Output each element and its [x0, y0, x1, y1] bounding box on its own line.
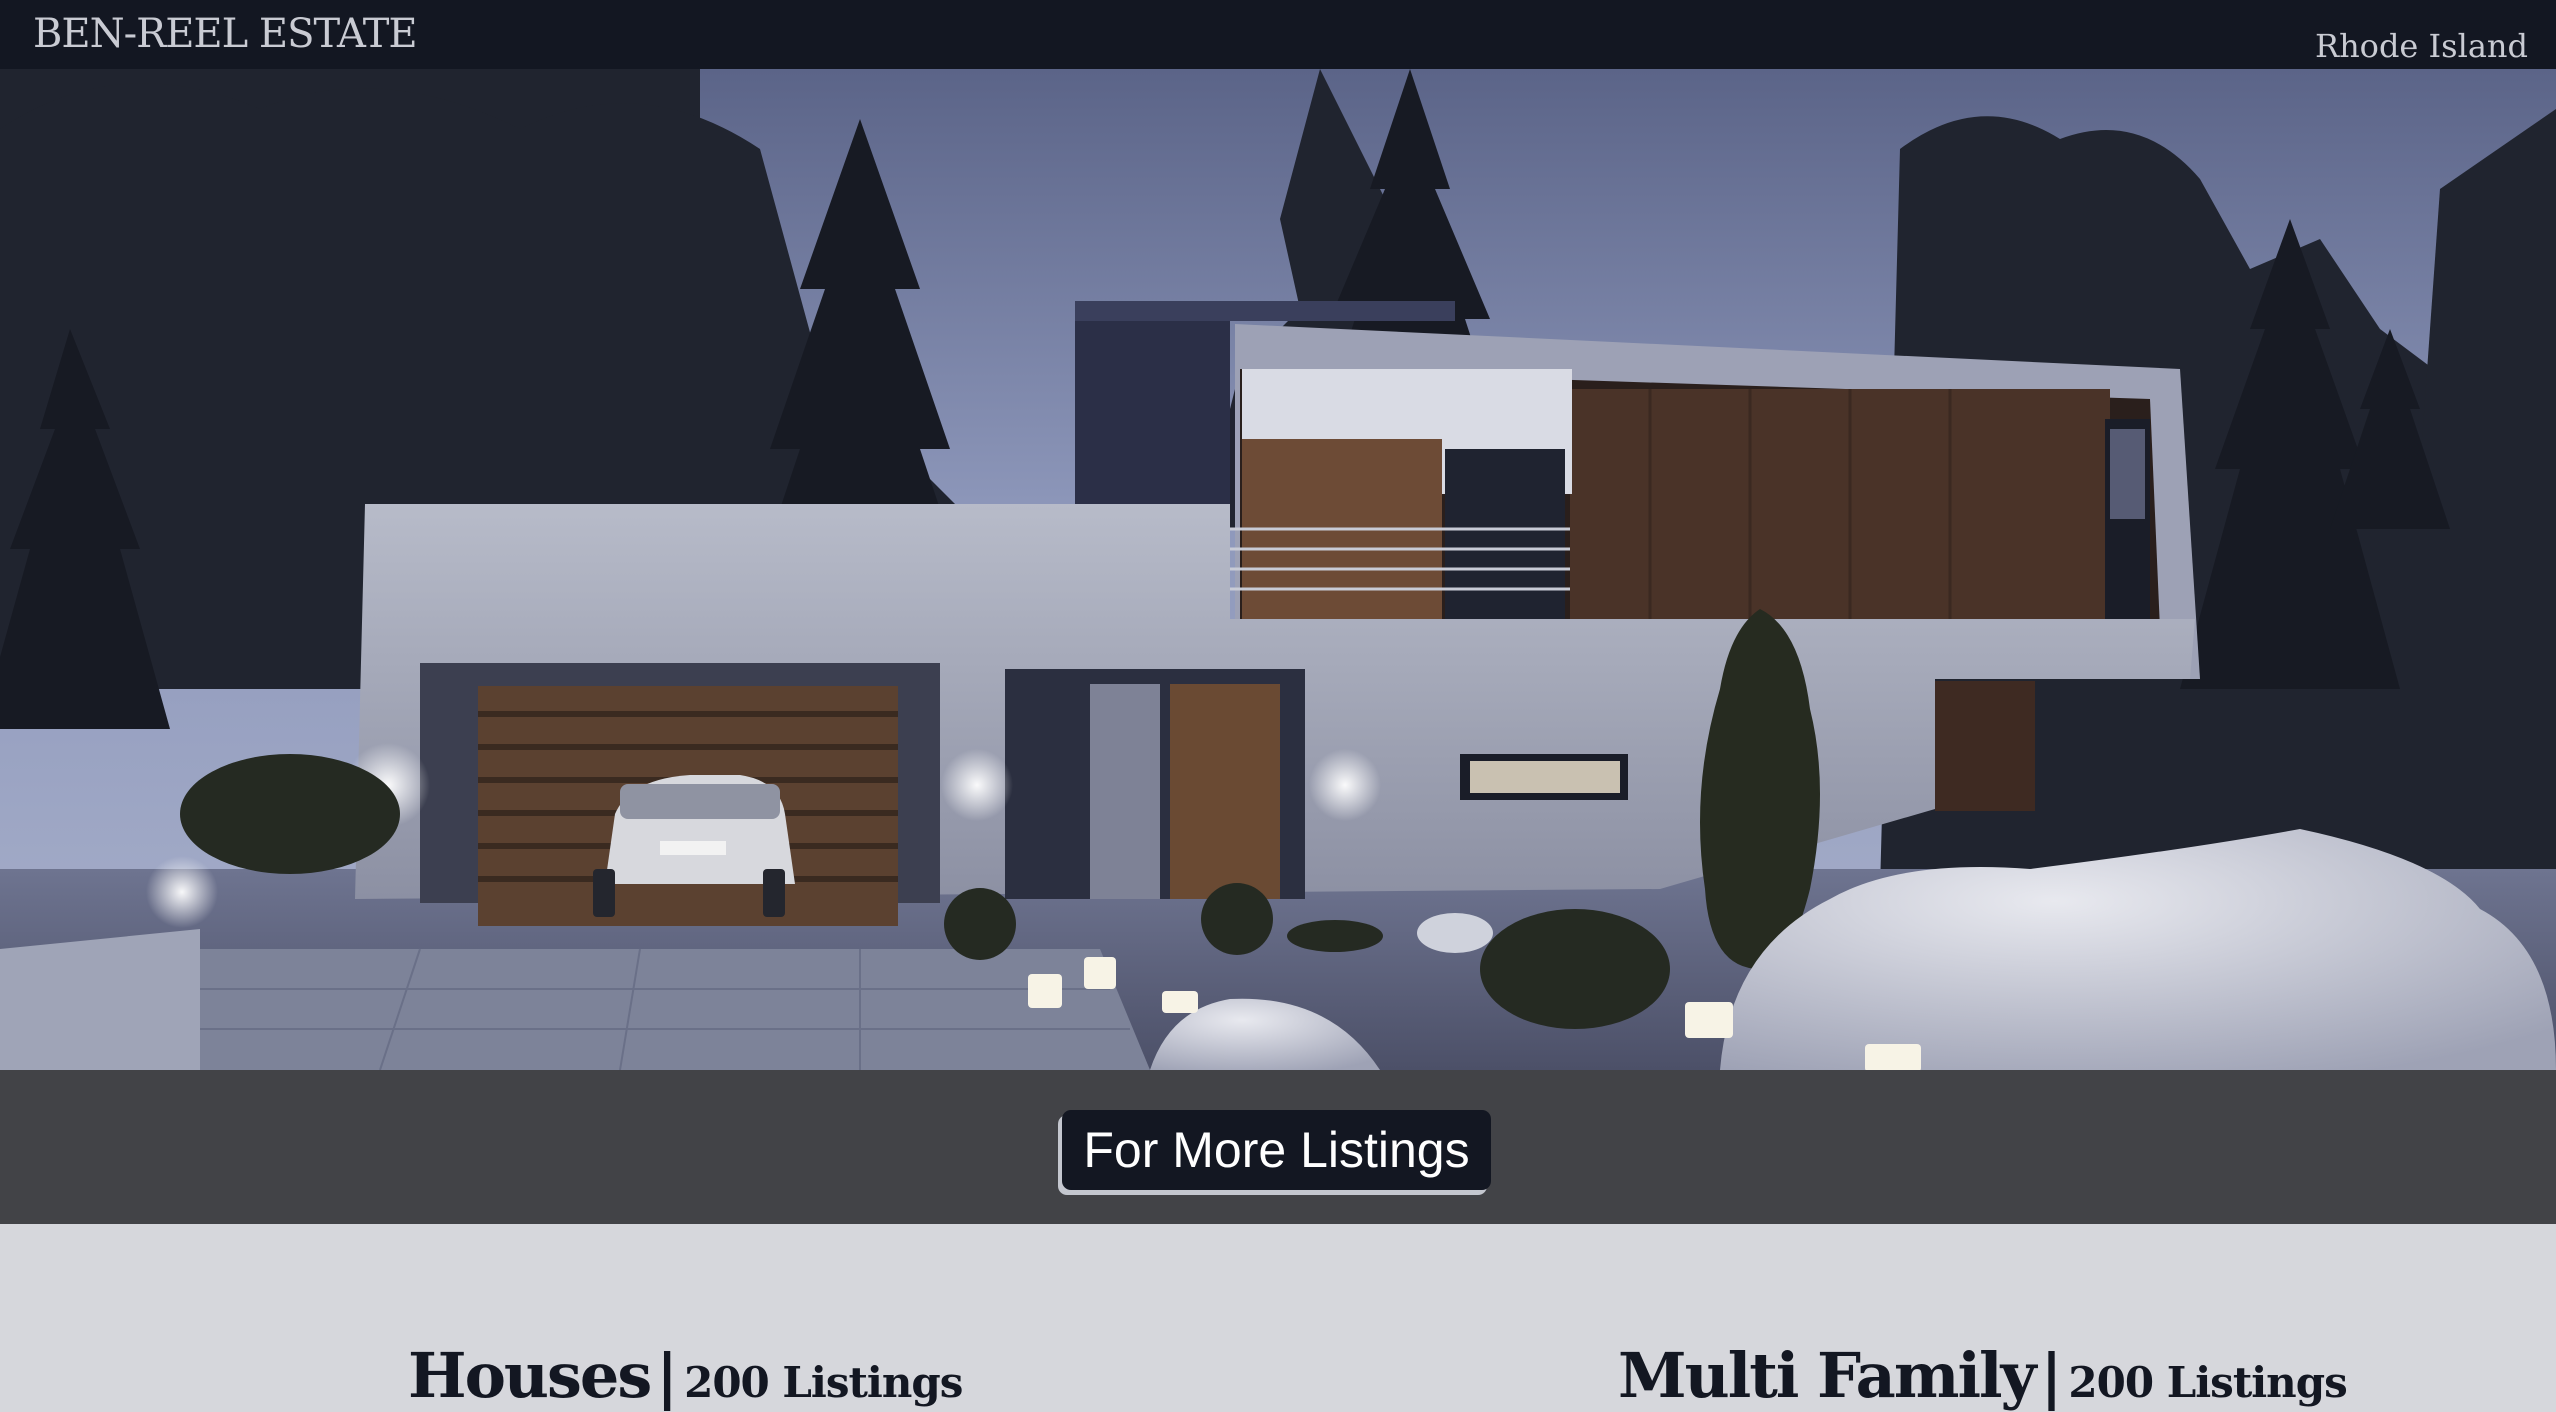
category-name: Houses — [408, 1339, 652, 1412]
category-name: Multi Family — [1618, 1339, 2037, 1412]
category-separator: | — [2040, 1342, 2063, 1412]
modern-house-illustration — [0, 69, 2556, 1070]
region-link[interactable]: Rhode Island — [2315, 30, 2528, 62]
category-multi-family[interactable]: Multi Family | 200 Listings — [1618, 1345, 2348, 1408]
category-count: 200 Listings — [684, 1358, 963, 1407]
hero-image — [0, 69, 2556, 1070]
category-count: 200 Listings — [2068, 1358, 2347, 1407]
brand-logo-link[interactable]: BEN-REEL ESTATE — [33, 14, 418, 54]
top-navbar: BEN-REEL ESTATE Rhode Island — [0, 0, 2556, 69]
category-houses[interactable]: Houses | 200 Listings — [408, 1345, 963, 1408]
category-separator: | — [656, 1342, 679, 1412]
more-listings-button[interactable]: For More Listings — [1062, 1110, 1491, 1190]
